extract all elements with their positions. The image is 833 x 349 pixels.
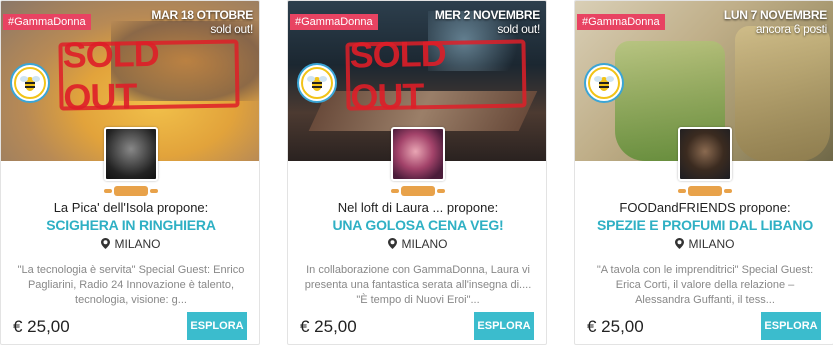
proposer-text: FOODandFRIENDS propone: (619, 200, 791, 215)
event-card[interactable]: #GammaDonna MER 2 NOVEMBRE sold out! SOL… (287, 0, 547, 345)
event-location: MILANO (1, 237, 259, 251)
event-location: MILANO (575, 237, 833, 251)
event-description: In collaborazione con GammaDonna, Laura … (304, 264, 532, 306)
city-label: MILANO (401, 237, 448, 251)
city-label: MILANO (114, 237, 161, 251)
event-price: € 25,00 (587, 317, 644, 336)
host-avatar[interactable] (678, 127, 732, 181)
gammadonna-logo-icon (10, 63, 50, 103)
event-price: € 25,00 (13, 317, 70, 336)
event-date: LUN 7 NOVEMBRE ancora 6 posti (724, 8, 827, 36)
proposer-text: La Pica' dell'Isola propone: (53, 200, 209, 215)
location-pin-icon (675, 238, 685, 249)
event-title[interactable]: UNA GOLOSA CENA VEG! (288, 217, 546, 233)
event-title[interactable]: SCIGHERA IN RINGHIERA (1, 217, 259, 233)
city-label: MILANO (688, 237, 735, 251)
gammadonna-logo-icon (297, 63, 337, 103)
location-pin-icon (388, 238, 398, 249)
event-title[interactable]: SPEZIE E PROFUMI DAL LIBANO (575, 217, 833, 233)
host-avatar[interactable] (104, 127, 158, 181)
sold-out-stamp: SOLD OUT (345, 33, 527, 117)
date-label: LUN 7 NOVEMBRE (723, 8, 827, 22)
gammadonna-logo-icon (584, 63, 624, 103)
event-date: MAR 18 OTTOBRE sold out! (151, 8, 253, 36)
rolling-pin-icon (104, 186, 158, 196)
event-price: € 25,00 (300, 317, 357, 336)
date-label: MER 2 NOVEMBRE (434, 8, 540, 22)
event-date: MER 2 NOVEMBRE sold out! (435, 8, 540, 36)
date-label: MAR 18 OTTOBRE (151, 8, 253, 22)
rolling-pin-icon (391, 186, 445, 196)
location-pin-icon (101, 238, 111, 249)
event-card-row: #GammaDonna MAR 18 OTTOBRE sold out! SOL… (0, 0, 833, 349)
event-location: MILANO (288, 237, 546, 251)
event-description: "La tecnologia è servita" Special Guest:… (17, 264, 245, 306)
availability-label: sold out! (210, 22, 253, 36)
event-card[interactable]: #GammaDonna MAR 18 OTTOBRE sold out! SOL… (0, 0, 260, 345)
proposer-text: Nel loft di Laura ... propone: (337, 200, 499, 215)
availability-label: sold out! (497, 22, 540, 36)
sold-out-stamp: SOLD OUT (58, 33, 240, 117)
hashtag-badge[interactable]: #GammaDonna (577, 14, 665, 30)
host-avatar[interactable] (391, 127, 445, 181)
event-description: "A tavola con le imprenditrici" Special … (596, 264, 814, 306)
rolling-pin-icon (678, 186, 732, 196)
hashtag-badge[interactable]: #GammaDonna (290, 14, 378, 30)
explore-button[interactable]: ESPLORA (187, 312, 247, 340)
availability-label: ancora 6 posti (755, 22, 827, 36)
explore-button[interactable]: ESPLORA (761, 312, 821, 340)
explore-button[interactable]: ESPLORA (474, 312, 534, 340)
event-card[interactable]: #GammaDonna LUN 7 NOVEMBRE ancora 6 post… (574, 0, 833, 345)
hashtag-badge[interactable]: #GammaDonna (3, 14, 91, 30)
